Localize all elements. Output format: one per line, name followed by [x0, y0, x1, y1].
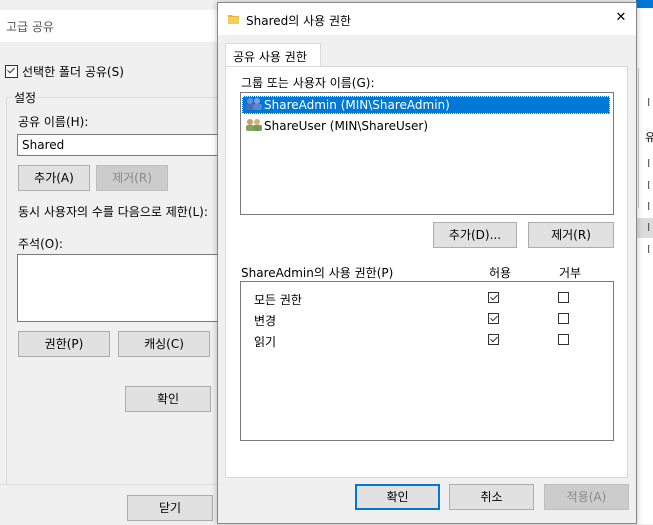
users-group-icon — [246, 98, 262, 110]
comment-label: 주석(O): — [18, 237, 63, 251]
dialog-remove-button[interactable]: 제거(R) — [528, 222, 614, 248]
dialog-close-icon[interactable]: ✕ — [612, 10, 630, 28]
right-selected-row — [636, 218, 653, 238]
share-folder-checkbox[interactable] — [5, 65, 18, 78]
users-listbox[interactable]: ShareAdmin (MIN\ShareAdmin) ShareUser (M… — [240, 92, 614, 215]
users-group-icon — [246, 119, 262, 131]
comment-textarea[interactable] — [17, 254, 227, 322]
tab-share-permissions[interactable]: 공유 사용 권한 — [225, 43, 321, 67]
folder-icon — [228, 15, 239, 24]
share-folder-label: 선택한 폴더 공유(S) — [22, 65, 124, 79]
deny-change-checkbox[interactable] — [558, 313, 569, 324]
user-name: ShareAdmin (MIN\ShareAdmin) — [264, 98, 450, 112]
window-title: 고급 공유 — [6, 20, 54, 34]
right-fragment: I — [647, 157, 651, 170]
permissions-button[interactable]: 권한(P) — [18, 331, 110, 357]
share-name-field[interactable]: Shared — [17, 134, 227, 156]
caching-button[interactable]: 캐싱(C) — [118, 331, 210, 357]
limit-users-label: 동시 사용자의 수를 다음으로 제한(L): — [18, 205, 208, 219]
share-name-label: 공유 이름(H): — [18, 115, 89, 129]
bg-remove-button[interactable]: 제거(R) — [96, 165, 168, 191]
right-fragment: I — [647, 200, 651, 213]
permission-name: 읽기 — [254, 335, 277, 349]
permission-name: 모든 권한 — [254, 293, 302, 307]
dialog-ok-button[interactable]: 확인 — [355, 484, 440, 510]
dialog-cancel-button[interactable]: 취소 — [449, 484, 534, 510]
deny-full-control-checkbox[interactable] — [558, 292, 569, 303]
bg-add-button[interactable]: 추가(A) — [18, 165, 90, 191]
advanced-sharing-window: 고급 공유 선택한 폴더 공유(S) 설정 공유 이름(H): Shared 추… — [0, 0, 236, 525]
permissions-listbox: 모든 권한 변경 읽기 — [240, 281, 614, 441]
group-users-label: 그룹 또는 사용자 이름(G): — [241, 76, 375, 90]
right-fragment: I — [647, 243, 651, 256]
right-fragment: I — [647, 221, 651, 234]
allow-change-checkbox[interactable] — [488, 313, 499, 324]
deny-read-checkbox[interactable] — [558, 334, 569, 345]
dialog-title: Shared의 사용 권한 — [246, 14, 352, 28]
bg-ok-button[interactable]: 확인 — [125, 386, 211, 412]
share-name-value: Shared — [22, 138, 65, 152]
dialog-apply-button[interactable]: 적용(A) — [544, 484, 629, 510]
right-accent-bar — [636, 0, 653, 8]
right-fragment: I — [647, 179, 651, 192]
right-fragment: I — [647, 96, 651, 109]
right-window: 유 I I I I I I — [636, 0, 653, 524]
allow-full-control-checkbox[interactable] — [488, 292, 499, 303]
settings-group-label: 설정 — [12, 89, 39, 106]
deny-header: 거부 — [559, 266, 582, 280]
dialog-add-button[interactable]: 추가(D)... — [433, 222, 517, 248]
right-panel-line — [638, 68, 639, 208]
permission-name: 변경 — [254, 314, 277, 328]
allow-header: 허용 — [489, 266, 512, 280]
right-fragment: 유 — [645, 131, 653, 144]
user-name[interactable]: ShareUser (MIN\ShareUser) — [264, 119, 428, 133]
close-button[interactable]: 닫기 — [127, 495, 213, 521]
permissions-dialog: Shared의 사용 권한 ✕ 공유 사용 권한 그룹 또는 사용자 이름(G)… — [217, 2, 637, 524]
tab-label: 공유 사용 권한 — [233, 50, 307, 64]
allow-read-checkbox[interactable] — [488, 334, 499, 345]
permissions-label: ShareAdmin의 사용 권한(P) — [241, 266, 394, 280]
